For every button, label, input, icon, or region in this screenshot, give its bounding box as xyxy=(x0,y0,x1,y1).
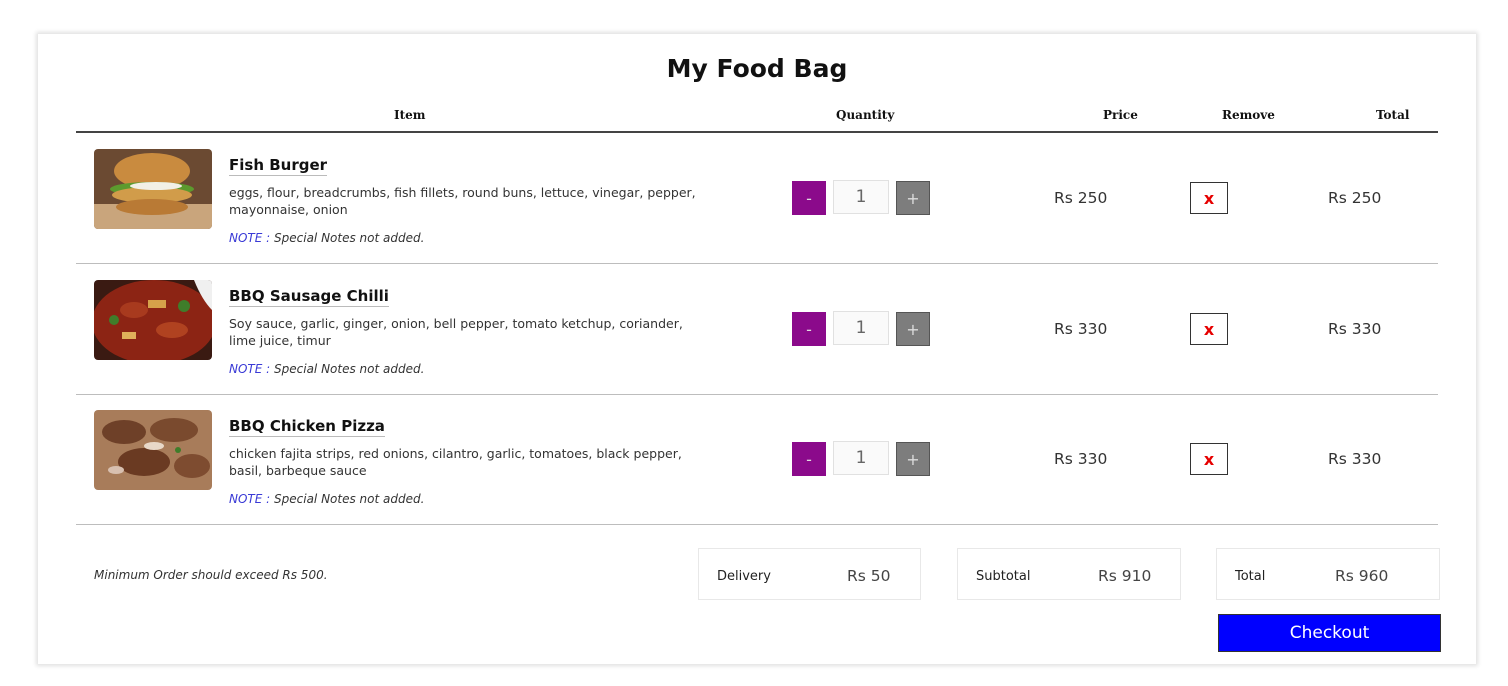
total-value: Rs 960 xyxy=(1335,567,1389,585)
subtotal-value: Rs 910 xyxy=(1098,567,1152,585)
page-title: My Food Bag xyxy=(666,54,848,83)
delivery-summary: Delivery Rs 50 xyxy=(698,548,921,600)
header-price: Price xyxy=(1103,108,1138,122)
header-item: Item xyxy=(394,108,426,122)
quantity-input[interactable] xyxy=(833,311,889,345)
table-header: Item Quantity Price Remove Total xyxy=(76,104,1438,133)
item-description: Soy sauce, garlic, ginger, onion, bell p… xyxy=(229,316,683,348)
item-price: Rs 330 xyxy=(1054,320,1108,338)
delivery-label: Delivery xyxy=(717,569,771,584)
item-total: Rs 330 xyxy=(1328,320,1382,338)
note-label: NOTE : xyxy=(229,362,271,376)
food-image-bbq-sausage-chilli xyxy=(94,280,212,360)
remove-item-button[interactable]: x xyxy=(1190,443,1228,475)
cart-row: Fish Burger eggs, flour, breadcrumbs, fi… xyxy=(76,133,1438,264)
total-summary: Total Rs 960 xyxy=(1216,548,1440,600)
close-icon: x xyxy=(1203,188,1215,208)
quantity-input[interactable] xyxy=(833,441,889,475)
decrease-quantity-button[interactable]: - xyxy=(792,312,826,346)
minimum-order-notice: Minimum Order should exceed Rs 500. xyxy=(94,568,328,582)
delivery-value: Rs 50 xyxy=(847,567,891,585)
item-note: NOTE : Special Notes not added. xyxy=(229,492,424,506)
subtotal-label: Subtotal xyxy=(976,569,1031,584)
item-price: Rs 330 xyxy=(1054,450,1108,468)
total-label: Total xyxy=(1235,569,1266,584)
item-name: Fish Burger xyxy=(229,156,328,176)
decrease-quantity-button[interactable]: - xyxy=(792,442,826,476)
note-text: Special Notes not added. xyxy=(270,362,425,376)
food-image-fish-burger xyxy=(94,149,212,229)
increase-quantity-button[interactable]: + xyxy=(896,312,930,346)
item-total: Rs 250 xyxy=(1328,189,1382,207)
increase-quantity-button[interactable]: + xyxy=(896,442,930,476)
remove-item-button[interactable]: x xyxy=(1190,182,1228,214)
cart-row: BBQ Chicken Pizza chicken fajita strips,… xyxy=(76,394,1438,525)
header-total: Total xyxy=(1376,108,1410,122)
item-description: eggs, flour, breadcrumbs, fish fillets, … xyxy=(229,185,696,217)
item-name: BBQ Sausage Chilli xyxy=(229,287,389,307)
checkout-button[interactable]: Checkout xyxy=(1218,614,1441,652)
header-quantity: Quantity xyxy=(836,108,895,122)
note-text: Special Notes not added. xyxy=(270,492,425,506)
close-icon: x xyxy=(1203,319,1215,339)
decrease-quantity-button[interactable]: - xyxy=(792,181,826,215)
food-bag-card: My Food Bag Item Quantity Price Remove T… xyxy=(38,34,1476,664)
note-label: NOTE : xyxy=(229,231,271,245)
food-image-bbq-chicken-pizza xyxy=(94,410,212,490)
remove-item-button[interactable]: x xyxy=(1190,313,1228,345)
header-remove: Remove xyxy=(1222,108,1275,122)
subtotal-summary: Subtotal Rs 910 xyxy=(957,548,1181,600)
quantity-input[interactable] xyxy=(833,180,889,214)
note-text: Special Notes not added. xyxy=(270,231,425,245)
item-price: Rs 250 xyxy=(1054,189,1108,207)
item-note: NOTE : Special Notes not added. xyxy=(229,362,424,376)
note-label: NOTE : xyxy=(229,492,271,506)
item-description: chicken fajita strips, red onions, cilan… xyxy=(229,446,682,478)
item-name: BBQ Chicken Pizza xyxy=(229,417,385,437)
item-note: NOTE : Special Notes not added. xyxy=(229,231,424,245)
close-icon: x xyxy=(1203,449,1215,469)
increase-quantity-button[interactable]: + xyxy=(896,181,930,215)
cart-row: BBQ Sausage Chilli Soy sauce, garlic, gi… xyxy=(76,264,1438,395)
item-total: Rs 330 xyxy=(1328,450,1382,468)
